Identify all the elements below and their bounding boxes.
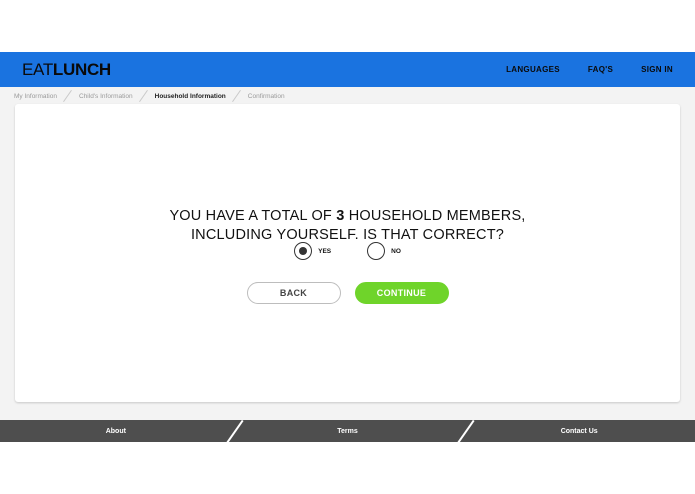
breadcrumb-separator bbox=[138, 90, 150, 102]
nav-faqs[interactable]: FAQ'S bbox=[588, 65, 613, 74]
breadcrumb-confirmation: Confirmation bbox=[247, 92, 285, 100]
top-spacer bbox=[0, 0, 695, 52]
app-footer: About Terms Contact Us bbox=[0, 419, 695, 444]
nav-sign-in[interactable]: SIGN IN bbox=[641, 65, 673, 74]
top-nav: LANGUAGES FAQ'S SIGN IN bbox=[506, 65, 673, 74]
breadcrumb-separator bbox=[62, 90, 74, 102]
breadcrumb-my-information[interactable]: My Information bbox=[14, 93, 57, 100]
logo-thin-text: EAT bbox=[22, 59, 53, 79]
question-suffix: HOUSEHOLD MEMBERS, bbox=[348, 208, 526, 224]
yes-no-radio-group: YES NO bbox=[15, 242, 680, 260]
radio-yes-label: YES bbox=[318, 247, 332, 255]
radio-no[interactable]: NO bbox=[367, 242, 401, 260]
breadcrumb-childs-information[interactable]: Child's Information bbox=[79, 93, 133, 100]
radio-no-label: NO bbox=[391, 247, 401, 255]
household-card: YOU HAVE A TOTAL OF 3 HOUSEHOLD MEMBERS,… bbox=[15, 104, 680, 402]
radio-yes-circle[interactable] bbox=[294, 242, 313, 260]
breadcrumb-household-information: Household Information bbox=[154, 92, 226, 100]
question-line-1: YOU HAVE A TOTAL OF 3 HOUSEHOLD MEMBERS, bbox=[15, 207, 680, 226]
action-buttons: BACK CONTINUE bbox=[15, 282, 680, 304]
footer-contact-us[interactable]: Contact Us bbox=[463, 420, 695, 442]
household-count: 3 bbox=[336, 208, 345, 224]
app-header: EAT LUNCH LANGUAGES FAQ'S SIGN IN bbox=[0, 52, 695, 87]
breadcrumb-separator bbox=[231, 90, 243, 102]
nav-languages[interactable]: LANGUAGES bbox=[506, 65, 560, 74]
content-area: My Information Child's Information House… bbox=[0, 87, 695, 420]
breadcrumb: My Information Child's Information House… bbox=[0, 87, 695, 105]
continue-button[interactable]: CONTINUE bbox=[354, 282, 449, 304]
logo-bold-text: LUNCH bbox=[52, 59, 111, 79]
footer-terms[interactable]: Terms bbox=[232, 420, 464, 442]
back-button[interactable]: BACK bbox=[246, 282, 341, 304]
household-question: YOU HAVE A TOTAL OF 3 HOUSEHOLD MEMBERS,… bbox=[15, 207, 680, 245]
footer-about[interactable]: About bbox=[0, 420, 232, 442]
question-prefix: YOU HAVE A TOTAL OF bbox=[169, 208, 332, 224]
radio-no-circle[interactable] bbox=[367, 242, 386, 260]
eatlunch-logo[interactable]: EAT LUNCH bbox=[22, 60, 111, 80]
radio-yes[interactable]: YES bbox=[294, 242, 331, 260]
